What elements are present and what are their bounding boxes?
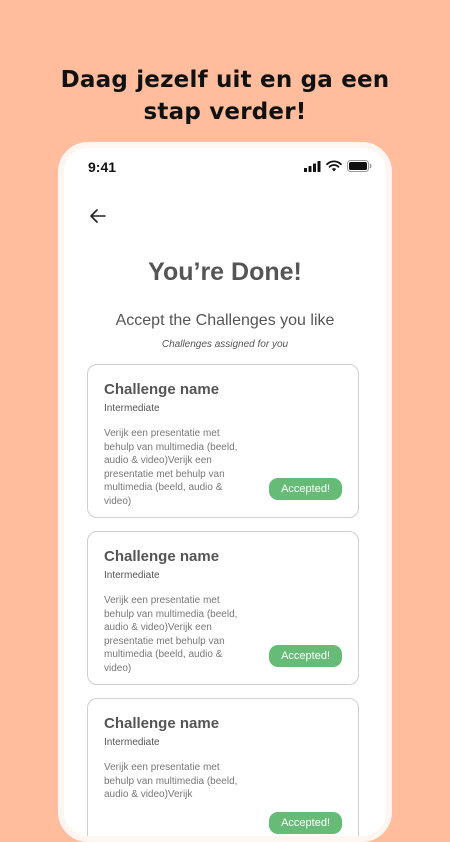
challenge-card[interactable]: Challenge name Intermediate Verijk een p… (87, 364, 359, 518)
challenge-card[interactable]: Challenge name Intermediate Verijk een p… (87, 531, 359, 685)
challenge-card[interactable]: Challenge name Intermediate Verijk een p… (87, 698, 359, 836)
challenge-description: Verijk een presentatie met behulp van mu… (104, 595, 238, 674)
accepted-button[interactable]: Accepted! (269, 812, 342, 834)
promo-headline: Daag jezelf uit en ga een stap verder! (0, 64, 450, 128)
promo-headline-line-2: stap verder! (143, 99, 307, 125)
challenge-description: Verijk een presentatie met behulp van mu… (104, 762, 238, 800)
signal-icon (304, 160, 321, 172)
challenge-description: Verijk een presentatie met behulp van mu… (104, 428, 238, 507)
phone-frame: 9:41 You’re Done! Accept the Challenges … (58, 142, 392, 842)
challenge-name: Challenge name (104, 381, 220, 398)
accepted-button[interactable]: Accepted! (269, 645, 342, 667)
back-button[interactable] (86, 204, 110, 228)
status-icons (304, 160, 372, 172)
page-title: You’re Done! (148, 258, 302, 286)
battery-icon (347, 160, 372, 172)
promo-headline-line-1: Daag jezelf uit en ga een (60, 67, 390, 93)
challenge-level: Intermediate (104, 570, 160, 581)
page-caption: Challenges assigned for you (161, 339, 289, 350)
challenge-name: Challenge name (104, 715, 220, 732)
status-time: 9:41 (88, 159, 117, 175)
challenge-level: Intermediate (104, 737, 160, 748)
status-bar: 9:41 (64, 148, 386, 184)
page-subtitle: Accept the Challenges you like (115, 312, 335, 329)
wifi-icon (326, 160, 342, 172)
arrow-left-icon (90, 209, 106, 223)
challenge-name: Challenge name (104, 548, 220, 565)
challenge-level: Intermediate (104, 403, 160, 414)
accepted-button[interactable]: Accepted! (269, 478, 342, 500)
